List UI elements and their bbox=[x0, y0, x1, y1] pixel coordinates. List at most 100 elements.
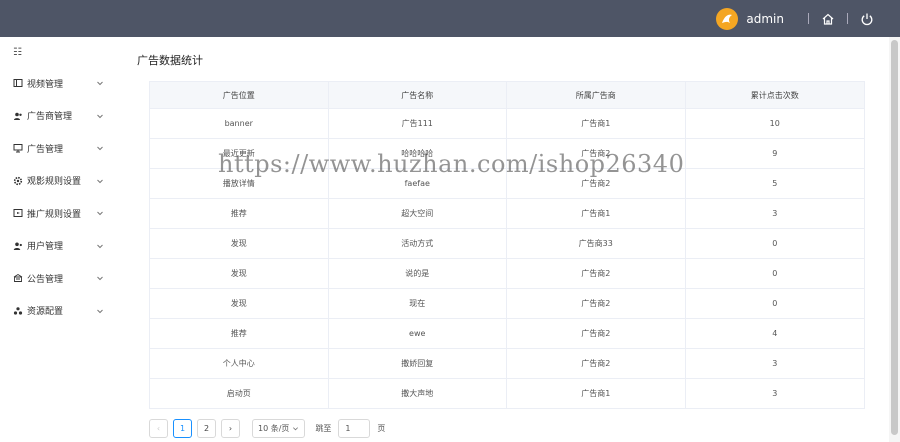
divider bbox=[808, 13, 809, 24]
prev-page-button[interactable]: ‹ bbox=[149, 419, 168, 438]
avatar[interactable] bbox=[716, 7, 739, 30]
power-icon[interactable] bbox=[860, 12, 874, 26]
gear-icon bbox=[13, 176, 23, 186]
sidebar-item-label: 视频管理 bbox=[27, 79, 64, 90]
column-header: 广告名称 bbox=[329, 82, 507, 108]
next-page-button[interactable]: › bbox=[221, 419, 240, 438]
table-cell: 推荐 bbox=[150, 319, 329, 348]
sidebar-item-resources[interactable]: 资源配置 bbox=[0, 295, 124, 328]
sidebar-item-viewing-rules[interactable]: 观影规则设置 bbox=[0, 165, 124, 198]
sidebar: ☷ 视频管理 广告商管理 广告管理 观影规则设置 推广规则设置 用户管理 公告管… bbox=[0, 37, 124, 442]
stats-table: 广告位置 广告名称 所属广告商 累计点击次数 banner 广告111 广告商1 10… bbox=[149, 81, 865, 409]
jump-label: 跳至 bbox=[315, 424, 332, 433]
table-cell: 推荐 bbox=[150, 199, 329, 228]
home-icon[interactable] bbox=[821, 12, 835, 26]
sidebar-item-promo-rules[interactable]: 推广规则设置 bbox=[0, 197, 124, 230]
table-cell: 现在 bbox=[329, 289, 507, 318]
chevron-down-icon bbox=[97, 179, 103, 183]
table-cell: 9 bbox=[772, 149, 778, 158]
table-cell: 广告商1 bbox=[507, 199, 686, 228]
sidebar-item-video[interactable]: 视频管理 bbox=[0, 67, 124, 100]
table-cell: 0 bbox=[772, 239, 778, 248]
sidebar-item-label: 观影规则设置 bbox=[27, 177, 82, 188]
table-cell: 广告商2 bbox=[507, 349, 686, 378]
table-cell: 广告商2 bbox=[507, 289, 686, 318]
table-header: 广告位置 广告名称 所属广告商 累计点击次数 bbox=[150, 82, 864, 108]
column-header: 广告位置 bbox=[150, 82, 329, 108]
sidebar-item-notices[interactable]: 公告管理 bbox=[0, 262, 124, 295]
table-cell: 3 bbox=[772, 389, 778, 398]
chevron-down-icon bbox=[97, 81, 103, 86]
column-header: 所属广告商 bbox=[507, 82, 686, 108]
promo-icon bbox=[13, 208, 23, 218]
chevron-down-icon bbox=[97, 211, 103, 216]
table-cell: 发现 bbox=[150, 259, 329, 288]
jump-page-input[interactable]: 1 bbox=[338, 419, 371, 438]
table-row: 个人中心 撒娇回复 广告商2 3 bbox=[150, 348, 864, 378]
table-cell: 发现 bbox=[150, 229, 329, 258]
table-cell: 广告商2 bbox=[507, 319, 686, 348]
divider bbox=[847, 13, 848, 24]
table-cell: 广告商1 bbox=[507, 379, 686, 408]
sidebar-item-label: 用户管理 bbox=[27, 242, 64, 253]
table-row: 启动页 撒大声地 广告商1 3 bbox=[150, 378, 864, 408]
table-cell: banner bbox=[150, 109, 329, 138]
page-title: 广告数据统计 bbox=[137, 54, 203, 67]
watermark: https://www.huzhan.com/ishop26340 bbox=[218, 150, 685, 178]
video-icon bbox=[13, 78, 23, 88]
table-cell: 超大空间 bbox=[329, 199, 507, 228]
main-content: 广告数据统计 广告位置 广告名称 所属广告商 累计点击次数 banner 广告11… bbox=[124, 37, 889, 442]
page-button-2[interactable]: 2 bbox=[197, 419, 216, 438]
table-cell: 3 bbox=[772, 209, 778, 218]
resource-icon bbox=[13, 306, 23, 316]
table-cell: 广告111 bbox=[329, 109, 507, 138]
sidebar-item-label: 广告管理 bbox=[27, 144, 64, 155]
page-size-value: 10 条/页 bbox=[258, 424, 290, 433]
column-header: 累计点击次数 bbox=[750, 90, 799, 100]
table-row: 发现 说的是 广告商2 0 bbox=[150, 258, 864, 288]
sidebar-item-advertiser[interactable]: 广告商管理 bbox=[0, 100, 124, 133]
table-cell: 个人中心 bbox=[150, 349, 329, 378]
table-cell: 广告商33 bbox=[507, 229, 686, 258]
chevron-down-icon bbox=[97, 146, 103, 151]
table-cell: 活动方式 bbox=[329, 229, 507, 258]
menu-toggle-icon[interactable]: ☷ bbox=[0, 37, 124, 67]
table-cell: 0 bbox=[772, 269, 778, 278]
sidebar-item-label: 推广规则设置 bbox=[27, 209, 82, 220]
table-cell: 撒娇回复 bbox=[329, 349, 507, 378]
table-cell: 0 bbox=[772, 299, 778, 308]
username[interactable]: admin bbox=[746, 12, 784, 26]
page-button-1[interactable]: 1 bbox=[173, 419, 192, 438]
table-cell: 广告商2 bbox=[507, 259, 686, 288]
table-row: banner 广告111 广告商1 10 bbox=[150, 108, 864, 138]
table-cell: 5 bbox=[772, 179, 778, 188]
sidebar-item-label: 广告商管理 bbox=[27, 112, 73, 123]
page-size-select[interactable]: 10 条/页 bbox=[252, 419, 306, 438]
table-cell: ewe bbox=[329, 319, 507, 348]
pagination: ‹ 1 2 › 10 条/页 跳至 1 页 bbox=[149, 419, 385, 438]
sidebar-item-label: 公告管理 bbox=[27, 274, 64, 285]
table-row: 推荐 ewe 广告商2 4 bbox=[150, 318, 864, 348]
table-cell: 启动页 bbox=[150, 379, 329, 408]
table-cell: 10 bbox=[769, 119, 780, 128]
sidebar-item-label: 资源配置 bbox=[27, 307, 64, 318]
advertiser-icon bbox=[13, 111, 23, 121]
avatar-logo-icon bbox=[722, 14, 733, 23]
top-bar: admin bbox=[0, 0, 900, 37]
table-cell: 3 bbox=[772, 359, 778, 368]
table-cell: 发现 bbox=[150, 289, 329, 318]
table-row: 发现 活动方式 广告商33 0 bbox=[150, 228, 864, 258]
scrollbar-thumb[interactable] bbox=[891, 40, 898, 435]
table-cell: 广告商1 bbox=[507, 109, 686, 138]
chevron-down-icon bbox=[97, 244, 103, 248]
ad-icon bbox=[13, 143, 23, 153]
user-icon bbox=[13, 241, 23, 251]
chevron-down-icon bbox=[293, 427, 299, 431]
sidebar-item-users[interactable]: 用户管理 bbox=[0, 230, 124, 263]
notice-icon bbox=[13, 273, 23, 283]
chevron-down-icon bbox=[97, 309, 103, 313]
table-row: 推荐 超大空间 广告商1 3 bbox=[150, 198, 864, 228]
chevron-down-icon bbox=[97, 276, 103, 281]
sidebar-item-ad[interactable]: 广告管理 bbox=[0, 132, 124, 165]
chevron-down-icon bbox=[97, 114, 103, 118]
